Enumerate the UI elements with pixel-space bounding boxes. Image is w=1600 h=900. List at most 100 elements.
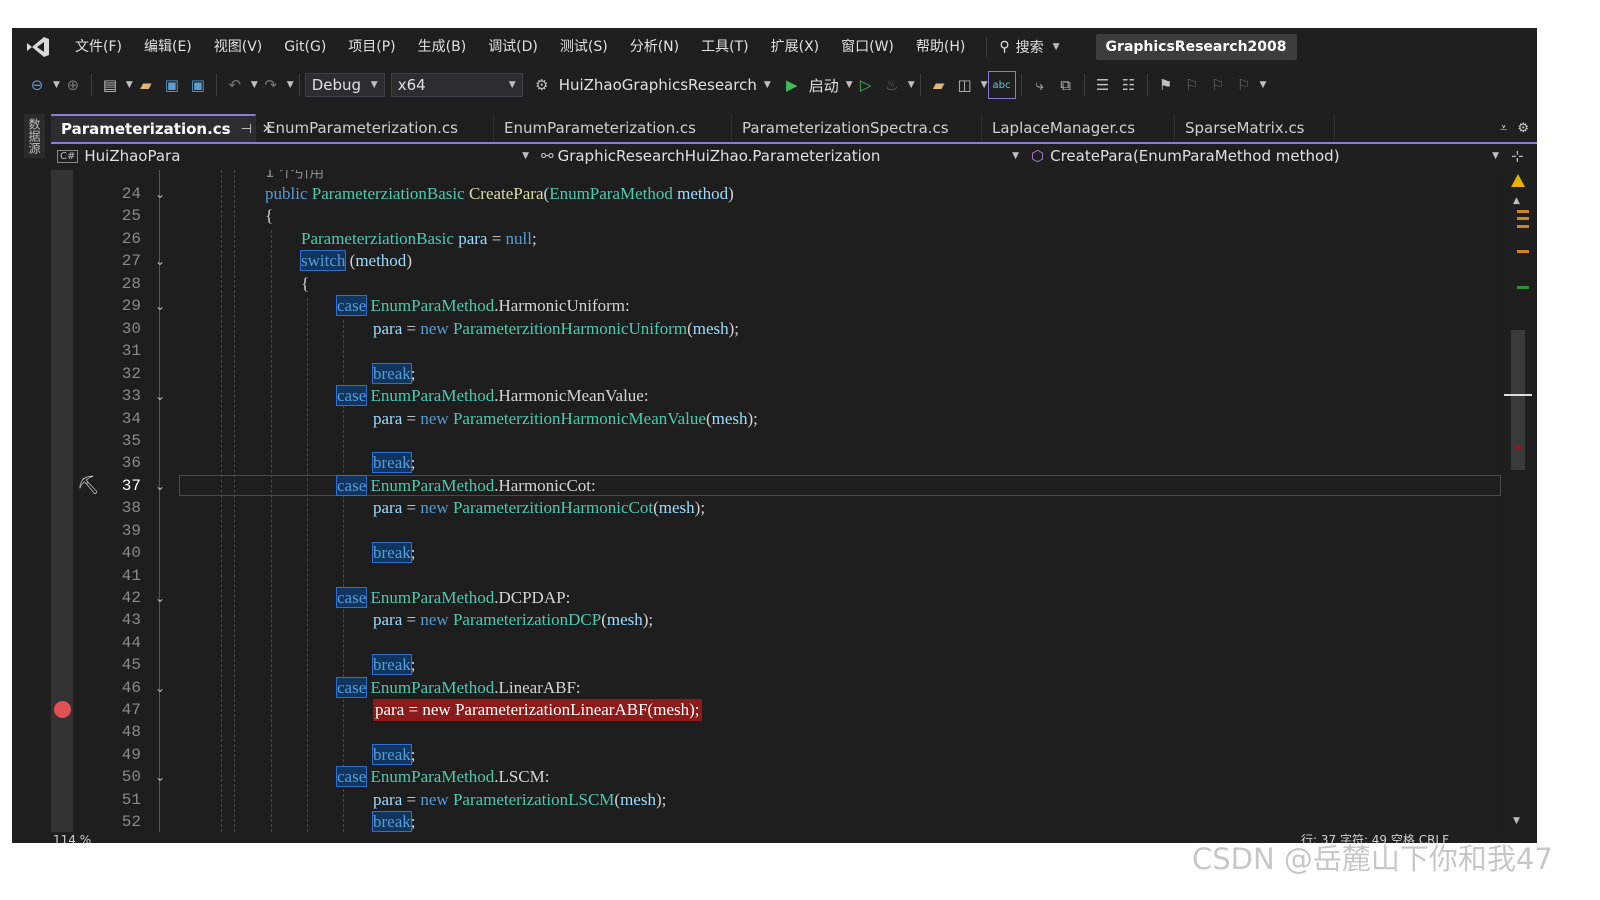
vertical-scrollbar[interactable]: ▲ ▼ <box>1503 170 1537 832</box>
solution-configuration-select[interactable]: Debug ▼ <box>304 73 385 97</box>
line-number: 31 <box>121 342 141 360</box>
spell-check-icon[interactable]: abc <box>987 71 1016 99</box>
project-select[interactable]: C# HuiZhaoPara ▼ <box>51 144 535 168</box>
chevron-down-icon[interactable]: ▼ <box>251 80 258 90</box>
collapse-chevron-icon[interactable]: ⌄ <box>153 385 167 407</box>
comment-lines-icon[interactable]: ☰ <box>1090 72 1116 98</box>
step-into-icon[interactable]: ⤷ <box>1027 72 1053 98</box>
tab-laplace-manager[interactable]: LaplaceManager.cs <box>982 114 1175 142</box>
uncomment-lines-icon[interactable]: ☷ <box>1116 72 1142 98</box>
code-line: 46 ⌄ case EnumParaMethod.LinearABF: <box>51 677 1503 699</box>
collapse-chevron-icon[interactable]: ⌄ <box>153 766 167 788</box>
chevron-down-icon[interactable]: ▼ <box>53 80 60 90</box>
hot-reload-icon[interactable]: ♨ <box>879 72 905 98</box>
tab-sparse-matrix[interactable]: SparseMatrix.cs <box>1175 114 1335 142</box>
code-editor[interactable]: 1 个引用 24 ⌄ public ParameterziationBasic … <box>51 170 1503 832</box>
toolbar-separator <box>215 74 217 96</box>
menu-test[interactable]: 测试(S) <box>549 28 619 66</box>
tab-label: LaplaceManager.cs <box>992 119 1136 137</box>
scrollbar-thumb[interactable] <box>1511 330 1525 470</box>
tab-parameterization[interactable]: Parameterization.cs ⊣ ✕ <box>51 114 273 142</box>
back-arrow-icon[interactable]: ⊖ <box>24 72 50 98</box>
scroll-down-icon[interactable]: ▼ <box>1513 816 1520 826</box>
collapse-chevron-icon[interactable]: ⌄ <box>153 587 167 609</box>
bookmark-icon[interactable]: ⚑ <box>1153 72 1179 98</box>
collapse-chevron-icon[interactable]: ⌄ <box>153 183 167 205</box>
code-line: 33 ⌄ case EnumParaMethod.HarmonicMeanVal… <box>51 385 1503 407</box>
start-debugging-icon[interactable]: ▶ <box>779 72 805 98</box>
tab-enumparameterization-2[interactable]: EnumParameterization.cs <box>494 114 732 142</box>
split-window-icon[interactable]: ⊹ <box>1511 147 1524 165</box>
code-line: 34 para = new ParameterzitionHarmonicMea… <box>51 408 1503 430</box>
tab-list-dropdown-icon[interactable]: ⩡ <box>1500 121 1507 136</box>
menu-tools[interactable]: 工具(T) <box>690 28 759 66</box>
code-line: 40 break; <box>51 542 1503 564</box>
line-number: 41 <box>121 567 141 585</box>
quick-actions-hammer-icon[interactable]: ⛏ <box>77 475 100 496</box>
chevron-down-icon[interactable]: ▼ <box>908 80 915 90</box>
new-project-icon[interactable]: ▤ <box>97 72 123 98</box>
pin-icon[interactable]: ⊣ <box>241 122 252 137</box>
line-number: 50 <box>121 768 141 786</box>
gear-icon[interactable]: ⚙ <box>529 72 555 98</box>
next-bookmark-icon[interactable]: ⚐ <box>1205 72 1231 98</box>
chevron-down-icon[interactable]: ▼ <box>981 80 988 90</box>
class-select[interactable]: ⚯ GraphicResearchHuiZhao.Parameterizatio… <box>535 144 1025 168</box>
solution-name-badge[interactable]: GraphicsResearch2008 <box>1095 34 1297 60</box>
chevron-down-icon[interactable]: ▼ <box>1260 80 1267 90</box>
menu-extensions[interactable]: 扩展(X) <box>760 28 831 66</box>
startup-project-select[interactable]: HuiZhaoGraphicsResearch <box>559 76 757 94</box>
codelens-references[interactable]: 1 个引用 <box>265 170 324 183</box>
collapse-chevron-icon[interactable]: ⌄ <box>153 295 167 317</box>
line-number: 30 <box>121 320 141 338</box>
code-text: case EnumParaMethod.LSCM: <box>335 766 550 787</box>
menu-edit[interactable]: 编辑(E) <box>133 28 203 66</box>
start-button-label[interactable]: 启动 <box>809 75 839 96</box>
menu-git[interactable]: Git(G) <box>273 28 337 66</box>
menu-debug[interactable]: 调试(D) <box>477 28 549 66</box>
chevron-down-icon[interactable]: ▼ <box>764 80 771 90</box>
format-document-icon[interactable]: ⧉ <box>1053 72 1079 98</box>
tab-parameterization-spectra[interactable]: ParameterizationSpectra.cs <box>732 114 982 142</box>
code-text: break; <box>372 363 416 384</box>
redo-icon[interactable]: ↷ <box>258 72 284 98</box>
menu-view[interactable]: 视图(V) <box>203 28 274 66</box>
chevron-down-icon[interactable]: ▼ <box>287 80 294 90</box>
previous-bookmark-icon[interactable]: ⚐ <box>1179 72 1205 98</box>
chevron-down-icon[interactable]: ▼ <box>846 80 853 90</box>
line-number: 44 <box>121 634 141 652</box>
layout-icon[interactable]: ◫ <box>952 72 978 98</box>
data-sources-tab[interactable]: 数据源 <box>24 114 45 158</box>
solution-platform-select[interactable]: x64 ▼ <box>390 73 523 97</box>
breakpoint-icon[interactable] <box>54 701 71 718</box>
forward-arrow-icon[interactable]: ⊕ <box>60 72 86 98</box>
save-all-icon[interactable]: ▣ <box>185 72 211 98</box>
undo-icon[interactable]: ↶ <box>222 72 248 98</box>
gear-icon[interactable]: ⚙ <box>1517 121 1529 136</box>
menu-analyze[interactable]: 分析(N) <box>619 28 690 66</box>
member-select[interactable]: ⬡ CreatePara(EnumParaMethod method) ▼ <box>1025 144 1505 168</box>
chevron-down-icon[interactable]: ▼ <box>126 80 133 90</box>
scroll-up-icon[interactable]: ▲ <box>1513 196 1520 206</box>
start-without-debugging-icon[interactable]: ▷ <box>853 72 879 98</box>
menu-project[interactable]: 项目(P) <box>337 28 406 66</box>
collapse-chevron-icon[interactable]: ⌄ <box>153 475 167 497</box>
code-text: case EnumParaMethod.LinearABF: <box>335 677 581 698</box>
menu-help[interactable]: 帮助(H) <box>905 28 976 66</box>
warning-icon[interactable] <box>1511 174 1525 187</box>
line-number: 42 <box>121 589 141 607</box>
collapse-chevron-icon[interactable]: ⌄ <box>153 677 167 699</box>
visual-studio-logo-icon[interactable] <box>12 28 64 66</box>
tab-enumparameterization[interactable]: EnumParameterization.cs <box>256 114 494 142</box>
folder-icon[interactable]: ▰ <box>926 72 952 98</box>
open-folder-icon[interactable]: ▰ <box>133 72 159 98</box>
menu-window[interactable]: 窗口(W) <box>830 28 905 66</box>
zoom-level[interactable]: 114 % <box>53 832 91 843</box>
menu-build[interactable]: 生成(B) <box>407 28 478 66</box>
menu-file[interactable]: 文件(F) <box>64 28 133 66</box>
line-number: 34 <box>121 410 141 428</box>
save-icon[interactable]: ▣ <box>159 72 185 98</box>
search-button[interactable]: ⚲ 搜索 ▼ <box>986 37 1071 57</box>
collapse-chevron-icon[interactable]: ⌄ <box>153 250 167 272</box>
clear-bookmarks-icon[interactable]: ⚐ <box>1231 72 1257 98</box>
